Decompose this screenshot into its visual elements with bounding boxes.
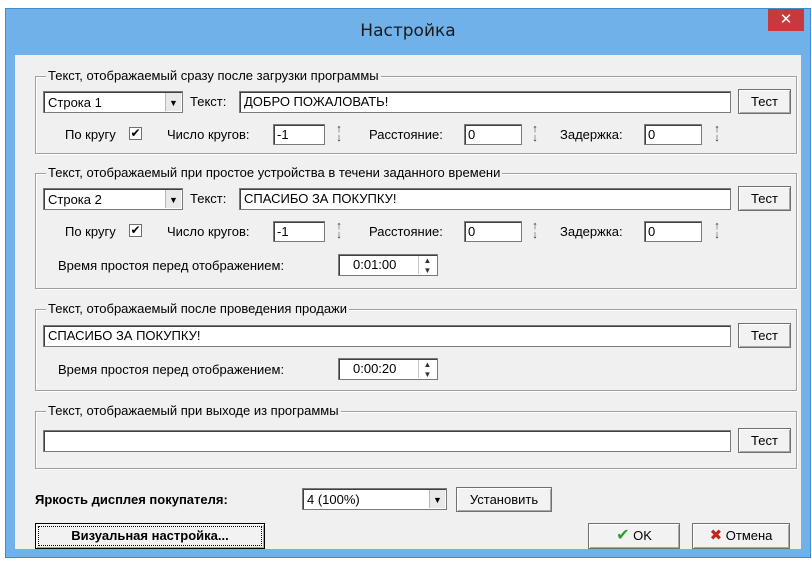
cancel-button[interactable]: ✖ Отмена (692, 523, 790, 549)
idle-text-label: Текст: (190, 191, 227, 206)
idle-loops-label: Число кругов: (167, 224, 250, 239)
idle-line-value: Строка 2 (48, 192, 102, 207)
checkmark-icon: ✔ (616, 527, 630, 544)
idle-test-button[interactable]: Тест (738, 186, 791, 211)
idle-loops-input[interactable]: -1 (273, 221, 325, 242)
cancel-label: Отмена (725, 528, 773, 543)
sale-test-button[interactable]: Тест (738, 323, 791, 348)
window-title: Настройка (360, 21, 456, 41)
idle-distance-spin-icon[interactable]: ↑ ↓ (526, 221, 544, 241)
checkmark-icon: ✔ (130, 223, 141, 237)
startup-distance-label: Расстояние: (369, 127, 443, 142)
dialog-body: Текст, отображаемый сразу после загрузки… (15, 55, 801, 549)
startup-loop-label: По кругу (65, 127, 116, 142)
checkmark-icon: ✔ (130, 126, 141, 140)
sale-idle-label: Время простоя перед отображением: (58, 362, 285, 377)
settings-dialog: Настройка ✕ Текст, отображаемый сразу по… (5, 8, 811, 558)
idle-text-legend: Текст, отображаемый при простое устройст… (46, 165, 503, 180)
brightness-select[interactable]: 4 (100%) ▼ (302, 488, 447, 510)
idle-delay-input[interactable]: 0 (644, 221, 702, 242)
sale-text-input[interactable]: СПАСИБО ЗА ПОКУПКУ! (43, 325, 731, 347)
idle-distance-label: Расстояние: (369, 224, 443, 239)
exit-text-legend: Текст, отображаемый при выходе из програ… (46, 403, 341, 418)
brightness-value: 4 (100%) (307, 492, 360, 507)
sale-idle-stepper[interactable]: ▲ ▼ (418, 360, 436, 379)
idle-time-label: Время простоя перед отображением: (58, 258, 285, 273)
startup-text-input[interactable]: ДОБРО ПОЖАЛОВАТЬ! (239, 91, 731, 113)
idle-line-select[interactable]: Строка 2 ▼ (43, 188, 183, 210)
visual-settings-button[interactable]: Визуальная настройка... (35, 523, 265, 549)
idle-time-stepper[interactable]: ▲ ▼ (418, 256, 436, 275)
idle-loop-label: По кругу (65, 224, 116, 239)
close-icon: ✕ (779, 11, 793, 28)
startup-text-group: Текст, отображаемый сразу после загрузки… (35, 68, 797, 154)
brightness-label: Яркость дисплея покупателя: (35, 492, 228, 507)
idle-delay-spin-icon[interactable]: ↑ ↓ (708, 221, 726, 241)
startup-loop-checkbox[interactable]: ✔ (129, 127, 142, 140)
startup-text-legend: Текст, отображаемый сразу после загрузки… (46, 68, 381, 83)
chevron-down-icon[interactable]: ▼ (429, 490, 445, 508)
idle-loop-checkbox[interactable]: ✔ (129, 224, 142, 237)
exit-test-button[interactable]: Тест (738, 428, 791, 453)
startup-delay-label: Задержка: (560, 127, 623, 142)
startup-distance-spin-icon[interactable]: ↑ ↓ (526, 124, 544, 144)
sale-text-group: Текст, отображаемый после проведения про… (35, 301, 797, 391)
sale-text-legend: Текст, отображаемый после проведения про… (46, 301, 350, 316)
close-button[interactable]: ✕ (768, 9, 804, 31)
title-bar[interactable]: Настройка ✕ (6, 9, 810, 55)
startup-distance-input[interactable]: 0 (464, 124, 522, 145)
idle-delay-label: Задержка: (560, 224, 623, 239)
startup-text-label: Текст: (190, 94, 227, 109)
startup-line-select[interactable]: Строка 1 ▼ (43, 91, 183, 113)
chevron-down-icon[interactable]: ▼ (165, 93, 181, 111)
set-brightness-button[interactable]: Установить (456, 487, 552, 512)
startup-loops-input[interactable]: -1 (273, 124, 325, 145)
close-icon: ✖ (709, 527, 723, 544)
exit-text-input[interactable] (43, 430, 731, 452)
startup-delay-input[interactable]: 0 (644, 124, 702, 145)
idle-loops-spin-icon[interactable]: ↑ ↓ (330, 221, 348, 241)
exit-text-group: Текст, отображаемый при выходе из програ… (35, 403, 797, 469)
idle-distance-input[interactable]: 0 (464, 221, 522, 242)
startup-delay-spin-icon[interactable]: ↑ ↓ (708, 124, 726, 144)
startup-test-button[interactable]: Тест (738, 89, 791, 114)
startup-loops-label: Число кругов: (167, 127, 250, 142)
idle-text-group: Текст, отображаемый при простое устройст… (35, 165, 797, 289)
startup-line-value: Строка 1 (48, 95, 102, 110)
startup-loops-spin-icon[interactable]: ↑ ↓ (330, 124, 348, 144)
ok-label: OK (633, 528, 652, 543)
idle-text-input[interactable]: СПАСИБО ЗА ПОКУПКУ! (239, 188, 731, 210)
ok-button[interactable]: ✔ OK (588, 523, 680, 549)
chevron-down-icon[interactable]: ▼ (165, 190, 181, 208)
